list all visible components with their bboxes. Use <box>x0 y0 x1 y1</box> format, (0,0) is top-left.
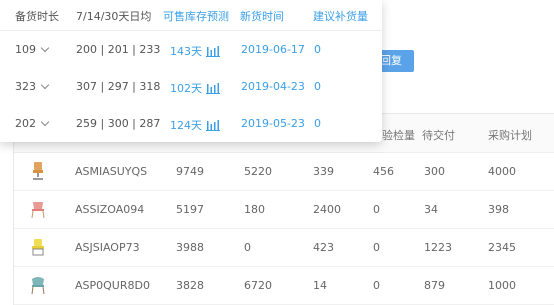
forecast-link[interactable]: 124天 <box>170 117 220 133</box>
chair-thumbnail-icon <box>31 277 45 295</box>
sku: ASSIZOA094 <box>75 203 145 216</box>
suggest-qty[interactable]: 0 <box>314 80 321 93</box>
cell: 2345 <box>488 241 516 254</box>
cell: 456 <box>373 165 394 178</box>
sku: ASP0QUR8D0 <box>75 279 150 292</box>
age-dropdown[interactable]: 109 <box>15 43 50 56</box>
cell: 180 <box>244 203 265 216</box>
cell: 339 <box>313 165 334 178</box>
cell: 423 <box>313 241 334 254</box>
header-inspect: 验检量 <box>382 129 415 142</box>
chevron-down-icon <box>40 117 50 127</box>
cell: 5220 <box>244 165 272 178</box>
new-goods-date: 2019-06-17 <box>241 43 305 56</box>
cell: 0 <box>373 279 380 292</box>
suggest-qty[interactable]: 0 <box>314 43 321 56</box>
chair-thumbnail-icon <box>32 239 44 256</box>
cell: 3828 <box>176 279 204 292</box>
cell: 0 <box>373 203 380 216</box>
divider <box>0 30 382 31</box>
cell: 3988 <box>176 241 204 254</box>
table-row[interactable]: ASP0QUR8D0 3828 6720 14 0 879 1000 <box>14 267 554 305</box>
header-new-time: 新货时间 <box>240 10 284 23</box>
forecast-link[interactable]: 143天 <box>170 43 220 59</box>
cell: 398 <box>488 203 509 216</box>
sku: ASMIASUYQS <box>75 165 148 178</box>
forecast-link[interactable]: 102天 <box>170 80 220 96</box>
bar-chart-icon[interactable] <box>206 45 220 57</box>
header-age: 备货时长 <box>15 10 59 23</box>
cell: 0 <box>244 241 251 254</box>
cell: 1000 <box>488 279 516 292</box>
avg-sales: 307 | 297 | 318 <box>76 80 161 93</box>
table-row[interactable]: ASMIASUYQS 9749 5220 339 456 300 4000 <box>14 153 554 191</box>
chair-thumbnail-icon <box>31 202 45 219</box>
header-suggest: 建议补货量 <box>313 10 368 23</box>
avg-sales: 200 | 201 | 233 <box>76 43 161 56</box>
table-row[interactable]: ASJSIAOP73 3988 0 423 0 1223 2345 <box>14 229 554 267</box>
age-dropdown[interactable]: 323 <box>15 80 50 93</box>
cell: 6720 <box>244 279 272 292</box>
header-avg: 7/14/30天日均 <box>76 10 152 23</box>
suggest-qty[interactable]: 0 <box>314 117 321 130</box>
chevron-down-icon <box>40 43 50 53</box>
table-row[interactable]: ASSIZOA094 5197 180 2400 0 34 398 <box>14 191 554 229</box>
header-plan: 采购计划 <box>488 129 532 142</box>
stock-detail-popover: 备货时长 7/14/30天日均 可售库存预测 新货时间 建议补货量 109 20… <box>0 0 382 142</box>
avg-sales: 259 | 300 | 287 <box>76 117 161 130</box>
header-pending: 待交付 <box>422 129 455 142</box>
cell: 879 <box>424 279 445 292</box>
sku: ASJSIAOP73 <box>75 241 140 254</box>
chair-thumbnail-icon <box>33 162 43 180</box>
bar-chart-icon[interactable] <box>206 119 220 131</box>
new-goods-date: 2019-05-23 <box>241 117 305 130</box>
cell: 2400 <box>313 203 341 216</box>
cell: 9749 <box>176 165 204 178</box>
cell: 0 <box>373 241 380 254</box>
cell: 4000 <box>488 165 516 178</box>
cell: 34 <box>424 203 438 216</box>
new-goods-date: 2019-04-23 <box>241 80 305 93</box>
header-forecast: 可售库存预测 <box>163 10 229 23</box>
cell: 5197 <box>176 203 204 216</box>
chevron-down-icon <box>40 80 50 90</box>
bar-chart-icon[interactable] <box>206 82 220 94</box>
cell: 300 <box>424 165 445 178</box>
cell: 1223 <box>424 241 452 254</box>
age-dropdown[interactable]: 202 <box>15 117 50 130</box>
cell: 14 <box>313 279 327 292</box>
